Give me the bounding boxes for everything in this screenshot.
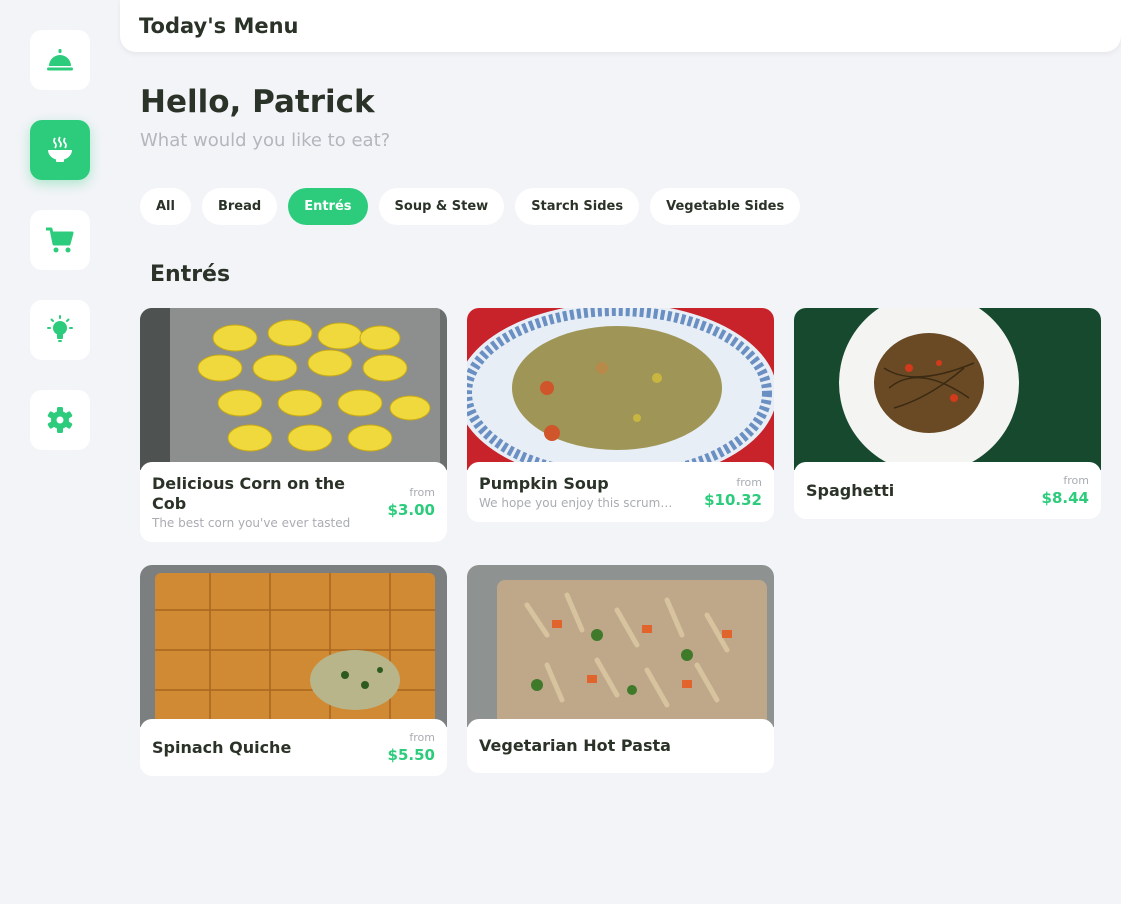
nav-ideas-button[interactable]	[30, 300, 90, 360]
filter-vegetable-sides[interactable]: Vegetable Sides	[650, 188, 801, 225]
food-image	[467, 565, 774, 727]
page-title: Today's Menu	[139, 14, 299, 38]
menu-item-card[interactable]: Vegetarian Hot Pasta	[467, 565, 774, 773]
card-info: Spinach Quiche from $5.50	[140, 719, 447, 776]
menu-item-card[interactable]: Pumpkin Soup We hope you enjoy this scru…	[467, 308, 774, 522]
item-price: $8.44	[1041, 489, 1089, 507]
sidebar	[30, 30, 90, 480]
item-name: Pumpkin Soup	[479, 474, 609, 493]
category-filters: All Bread Entrés Soup & Stew Starch Side…	[140, 188, 811, 225]
nav-food-button[interactable]	[30, 120, 90, 180]
filter-all[interactable]: All	[140, 188, 191, 225]
cloche-icon	[47, 49, 73, 71]
item-name: Spaghetti	[806, 480, 895, 500]
price-from-label: from	[736, 475, 762, 489]
food-image	[794, 308, 1101, 470]
item-price: $10.32	[704, 490, 762, 509]
price-from-label: from	[1063, 474, 1089, 487]
card-info: Vegetarian Hot Pasta	[467, 719, 774, 773]
filter-entres[interactable]: Entrés	[288, 188, 368, 225]
section-title: Entrés	[150, 262, 231, 287]
greeting-subtitle: What would you like to eat?	[140, 130, 391, 151]
cart-icon	[46, 227, 74, 253]
filter-soup-stew[interactable]: Soup & Stew	[378, 188, 505, 225]
nav-settings-button[interactable]	[30, 390, 90, 450]
item-price: $3.00	[387, 500, 435, 519]
card-info: Delicious Corn on the Cob The best corn …	[140, 462, 447, 542]
nav-cart-button[interactable]	[30, 210, 90, 270]
item-price: $5.50	[387, 746, 435, 764]
food-image	[140, 308, 447, 470]
menu-item-card[interactable]: Delicious Corn on the Cob The best corn …	[140, 308, 447, 542]
lightbulb-icon	[47, 315, 73, 342]
filter-bread[interactable]: Bread	[201, 188, 278, 225]
filter-starch-sides[interactable]: Starch Sides	[515, 188, 640, 225]
food-image	[140, 565, 447, 727]
nav-menu-button[interactable]	[30, 30, 90, 90]
item-name: Delicious Corn on the Cob	[152, 474, 345, 513]
price-from-label: from	[409, 485, 435, 499]
greeting-title: Hello, Patrick	[140, 84, 375, 120]
item-description: The best corn you've ever tasted	[152, 516, 351, 530]
soup-bowl-icon	[48, 136, 72, 162]
item-description: We hope you enjoy this scrumptious pumpk…	[479, 496, 679, 510]
menu-item-card[interactable]: Spaghetti from $8.44	[794, 308, 1101, 519]
top-bar: Today's Menu	[120, 0, 1121, 52]
food-image	[467, 308, 774, 470]
item-name: Vegetarian Hot Pasta	[479, 736, 671, 755]
gear-icon	[47, 407, 73, 433]
card-info: Pumpkin Soup We hope you enjoy this scru…	[467, 462, 774, 522]
card-info: Spaghetti from $8.44	[794, 462, 1101, 519]
price-from-label: from	[409, 731, 435, 744]
item-name: Spinach Quiche	[152, 737, 292, 757]
menu-item-card[interactable]: Spinach Quiche from $5.50	[140, 565, 447, 776]
